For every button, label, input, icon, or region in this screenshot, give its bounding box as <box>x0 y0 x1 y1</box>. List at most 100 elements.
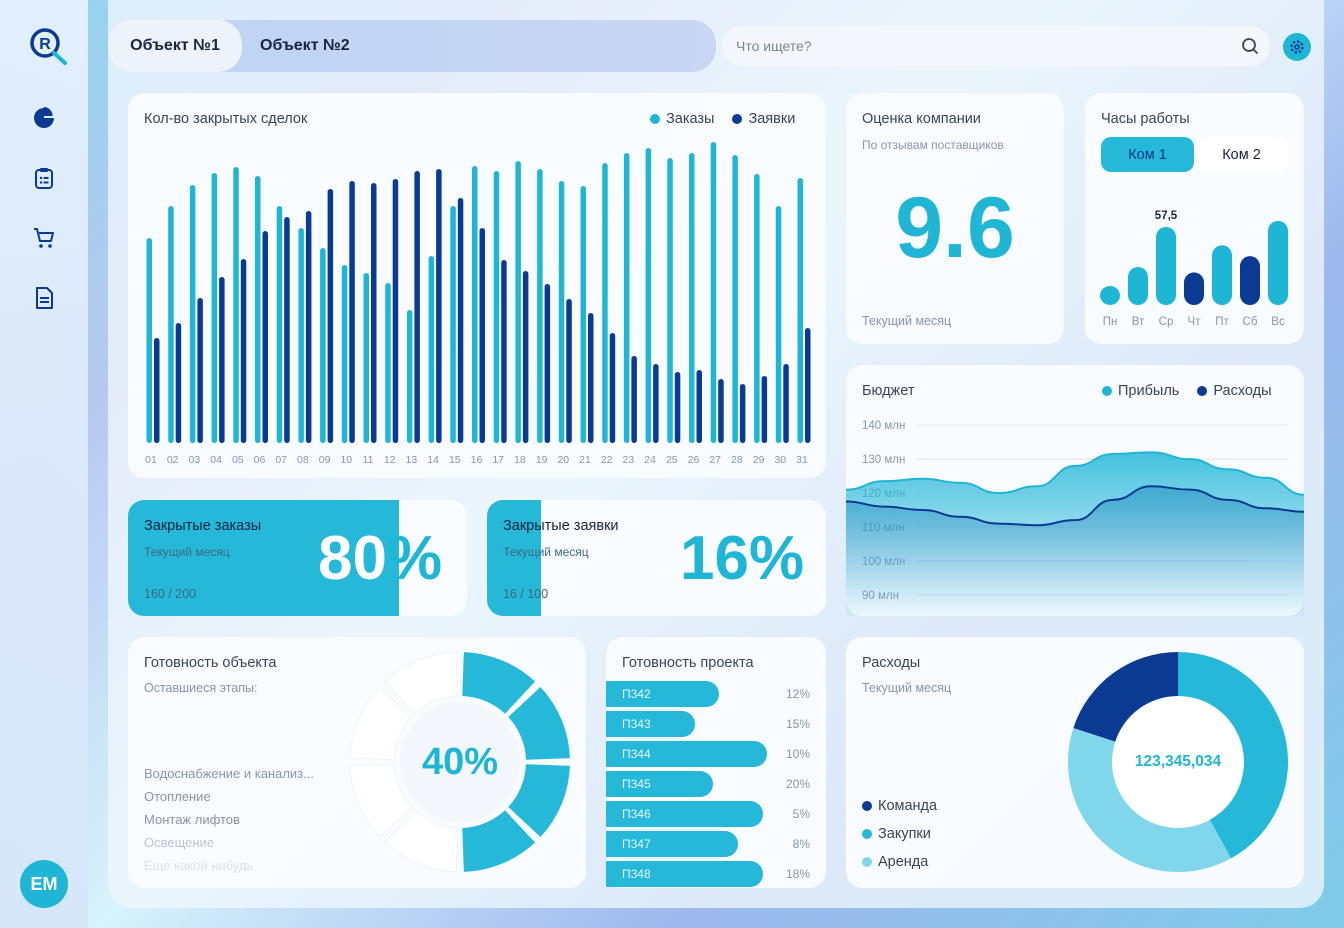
bar-orders <box>276 206 283 443</box>
y-tick-label: 140 млн <box>862 420 905 432</box>
hours-bar <box>1128 267 1148 305</box>
project-percent: 10% <box>785 747 810 761</box>
stage-item: Отопление <box>144 789 211 804</box>
readiness-subtitle: Оставшиеся этапы: <box>144 681 258 695</box>
x-tick-label: 01 <box>145 454 157 466</box>
settings-button[interactable] <box>1283 33 1311 61</box>
expenses-title: Расходы <box>862 655 921 671</box>
bar-requests <box>522 271 529 443</box>
bar-orders <box>189 185 196 443</box>
tab-object-2[interactable]: Объект №2 <box>260 20 350 72</box>
clipboard-icon[interactable] <box>32 166 56 190</box>
expenses-subtitle: Текущий месяц <box>862 681 952 695</box>
bar-requests <box>783 364 789 443</box>
expenses-legend-item: Аренда <box>862 854 928 870</box>
x-tick-label: 21 <box>579 454 591 466</box>
x-tick-label: 15 <box>449 454 461 466</box>
bar-orders <box>667 158 673 443</box>
bar-orders <box>168 206 174 443</box>
bar-orders <box>797 178 803 443</box>
x-tick-label: 11 <box>363 454 374 466</box>
x-tick-label: 28 <box>731 454 743 466</box>
svg-text:R: R <box>39 36 51 53</box>
cart-icon[interactable] <box>32 226 56 250</box>
bar-requests <box>327 189 334 443</box>
x-tick-label: 06 <box>254 454 266 466</box>
search-bar <box>722 26 1270 66</box>
project-percent: 8% <box>792 837 810 851</box>
rating-title: Оценка компании <box>862 111 981 127</box>
avatar[interactable]: ЕМ <box>20 860 68 908</box>
bar-orders <box>602 163 608 443</box>
gear-icon <box>1290 40 1304 54</box>
bar-orders <box>146 238 152 443</box>
x-tick-label: 14 <box>427 454 439 466</box>
bar-requests <box>219 277 225 443</box>
hours-day-label: Чт <box>1188 316 1202 328</box>
project-percent: 20% <box>785 777 810 791</box>
closed-orders-subtitle: Текущий месяц <box>144 545 230 559</box>
readiness-title: Готовность объекта <box>144 655 277 671</box>
bar-orders <box>754 174 760 443</box>
project-percent: 5% <box>792 807 810 821</box>
hours-day-label: Вт <box>1132 316 1145 328</box>
bar-requests <box>240 259 247 443</box>
rating-footer: Текущий месяц <box>862 314 952 328</box>
y-tick-label: 130 млн <box>862 454 905 466</box>
bar-requests <box>457 198 464 443</box>
bar-orders <box>493 171 500 443</box>
bar-requests <box>414 171 420 443</box>
x-tick-label: 30 <box>774 454 786 466</box>
bar-orders <box>320 248 326 443</box>
project-bar: П345 <box>606 771 713 797</box>
bar-orders <box>515 161 521 443</box>
x-tick-label: 18 <box>514 454 526 466</box>
x-tick-label: 22 <box>601 454 613 466</box>
x-tick-label: 08 <box>297 454 309 466</box>
hours-bar <box>1156 226 1176 305</box>
bar-requests <box>154 338 160 443</box>
x-tick-label: 07 <box>275 454 287 466</box>
bar-orders <box>775 206 782 443</box>
bar-requests <box>371 183 377 443</box>
closed-requests-ratio: 16 / 100 <box>503 587 549 601</box>
bar-requests <box>175 323 182 443</box>
bar-orders <box>450 206 456 443</box>
bar-orders <box>472 166 478 443</box>
project-bar: П343 <box>606 711 695 737</box>
bar-requests <box>653 364 659 443</box>
hours-bar <box>1268 220 1288 305</box>
rating-value: 9.6 <box>895 180 1015 276</box>
x-tick-label: 17 <box>492 454 504 466</box>
search-input[interactable] <box>736 38 1216 54</box>
x-tick-label: 20 <box>557 454 569 466</box>
bar-orders <box>341 265 348 443</box>
legend-label: Закупки <box>878 826 931 842</box>
tab-object-1[interactable]: Объект №1 <box>108 20 242 72</box>
stage-item: Еще какой нибудь <box>144 858 254 873</box>
document-icon[interactable] <box>32 286 56 310</box>
sidebar <box>0 0 88 928</box>
x-tick-label: 23 <box>623 454 635 466</box>
hours-bar <box>1100 286 1120 305</box>
search-icon[interactable] <box>1238 34 1262 58</box>
bar-orders <box>385 283 391 443</box>
project-bar: П344 <box>606 741 767 767</box>
x-tick-label: 24 <box>644 454 656 466</box>
pie-chart-icon[interactable] <box>32 106 56 130</box>
closed-requests-percent: 16% <box>680 524 805 593</box>
bar-requests <box>609 333 616 443</box>
bar-orders <box>732 155 738 443</box>
project-bar: П347 <box>606 831 738 857</box>
legend-label: Команда <box>878 798 938 814</box>
hours-day-label: Ср <box>1159 316 1174 328</box>
project-percent: 15% <box>785 717 810 731</box>
legend-label: Аренда <box>878 854 929 870</box>
bar-requests <box>696 370 702 443</box>
project-bar: П342 <box>606 681 719 707</box>
hours-value-label: 57,5 <box>1155 210 1178 222</box>
bar-requests <box>197 298 203 443</box>
bar-requests <box>501 260 507 443</box>
bar-requests <box>805 328 811 443</box>
bar-orders <box>689 153 695 443</box>
